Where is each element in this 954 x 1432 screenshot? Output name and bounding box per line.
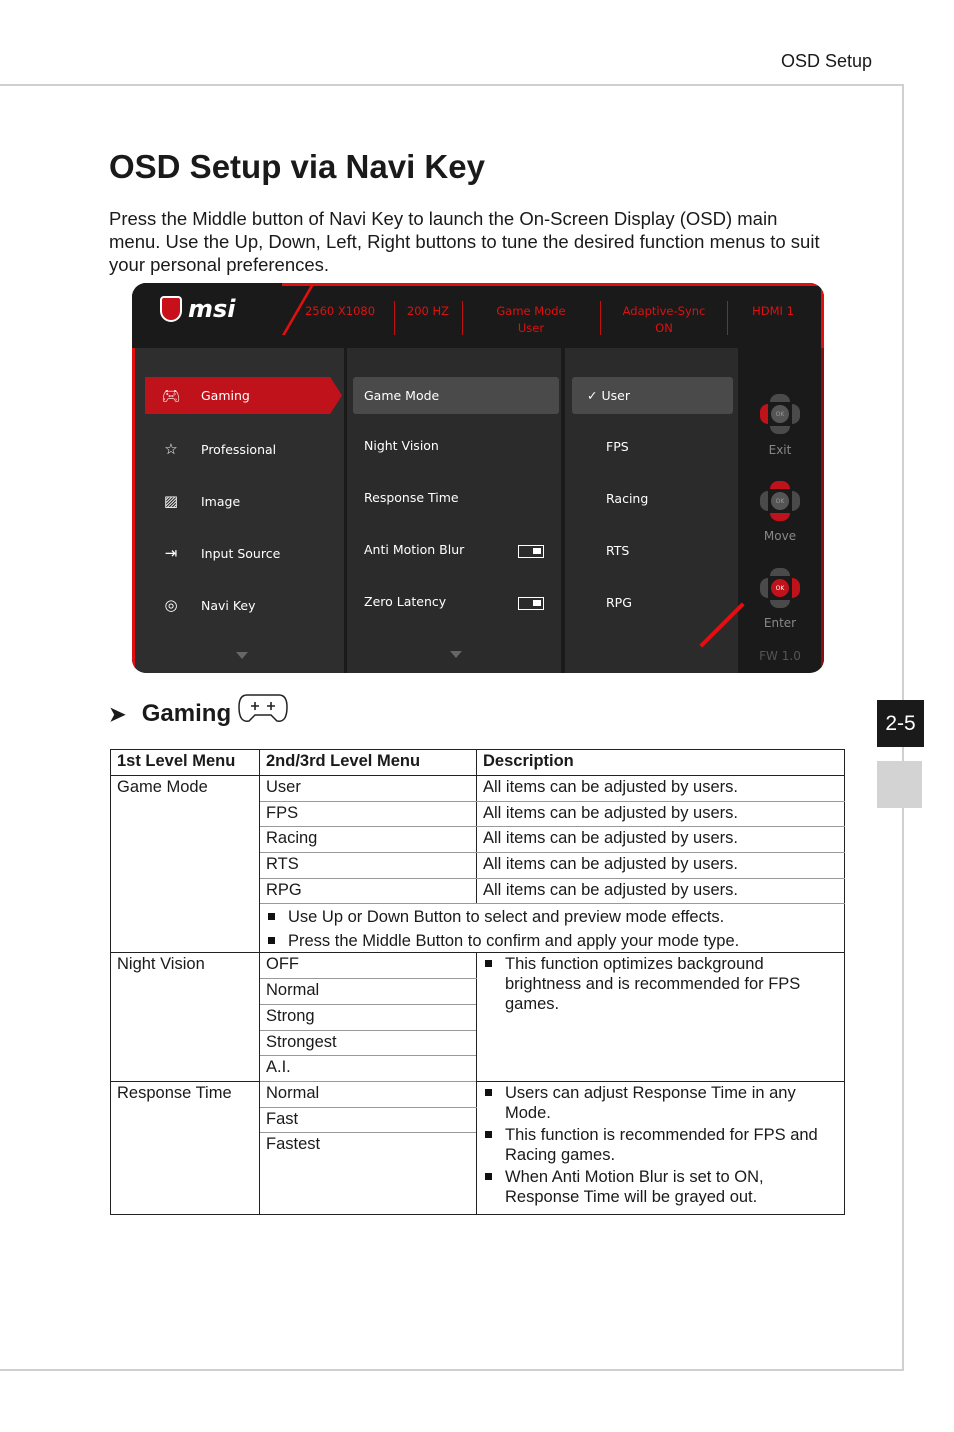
status-separator — [462, 301, 463, 335]
menu2-item-response-time[interactable]: Response Time — [364, 490, 459, 505]
status-separator — [727, 301, 728, 335]
status-refresh: 200 HZ — [406, 304, 450, 318]
dragon-shield-icon — [160, 296, 182, 322]
table-row: Response Time Normal Users can adjust Resp… — [110, 1080, 845, 1216]
gamepad-icon: 🎮︎ — [161, 386, 181, 405]
status-separator — [394, 301, 395, 335]
msi-logo: msi — [160, 295, 236, 323]
star-icon: ☆ — [164, 440, 178, 458]
section-heading: ➤ Gaming — [109, 694, 289, 728]
status-game-mode: Game Mode User — [496, 304, 566, 335]
table-row: Game Mode User All items can be adjusted b… — [110, 774, 845, 954]
menu3-item-rts[interactable]: RTS — [606, 543, 629, 558]
enter-label: Enter — [763, 616, 797, 630]
input-icon: ⇥ — [164, 544, 178, 562]
exit-label: Exit — [768, 443, 792, 457]
page-title: OSD Setup via Navi Key — [109, 148, 485, 185]
scroll-down-icon[interactable] — [236, 652, 248, 659]
menu1-item-gaming[interactable]: 🎮︎ Gaming — [145, 377, 342, 414]
menu2-item-anti-motion-blur[interactable]: Anti Motion Blur — [364, 542, 464, 557]
osd-screenshot: msi 2560 X1080 200 HZ Game Mode User Adap… — [132, 283, 824, 673]
right-accent — [821, 348, 824, 673]
firmware-version: FW 1.0 — [759, 649, 801, 663]
running-header: OSD Setup — [780, 51, 872, 71]
navi-key-move-icon: OK — [760, 481, 800, 521]
chapter-tab-blank — [877, 761, 922, 808]
navi-key-exit-icon: OK — [760, 394, 800, 434]
menu2-item-game-mode[interactable]: Game Mode — [353, 377, 559, 414]
menu2-item-night-vision[interactable]: Night Vision — [364, 438, 439, 453]
gamepad-icon — [238, 694, 288, 722]
footer-rule — [0, 1369, 904, 1371]
navi-key-icon: ◎ — [164, 596, 178, 614]
move-label: Move — [763, 529, 797, 543]
status-input: HDMI 1 — [752, 304, 794, 318]
menu2-item-zero-latency[interactable]: Zero Latency — [364, 594, 446, 609]
header-rule — [0, 84, 904, 86]
scroll-down-icon[interactable] — [450, 651, 462, 658]
anti-motion-blur-toggle[interactable] — [518, 545, 544, 558]
status-separator — [600, 301, 601, 335]
menu3-item-user[interactable]: ✓ User — [572, 377, 733, 414]
gaming-table: 1st Level Menu 2nd/3rd Level Menu Descript… — [110, 749, 845, 1216]
menu1-item-image[interactable]: ▨ Image — [161, 491, 240, 511]
menu1-item-input-source[interactable]: ⇥ Input Source — [161, 543, 281, 563]
page-number-tab: 2-5 — [877, 700, 924, 747]
intro-paragraph: Press the Middle button of Navi Key to l… — [109, 208, 820, 275]
arrow-right-icon: ➤ — [109, 703, 126, 726]
image-icon: ▨ — [163, 492, 179, 510]
navi-key-enter-icon: OK — [760, 568, 800, 608]
menu3-item-racing[interactable]: Racing — [606, 491, 648, 506]
status-adaptive-sync: Adaptive-Sync ON — [622, 304, 706, 335]
menu1-item-professional[interactable]: ☆ Professional — [161, 439, 276, 459]
menu3-item-rpg[interactable]: RPG — [606, 595, 632, 610]
status-resolution: 2560 X1080 — [304, 304, 376, 318]
menu1-item-navi-key[interactable]: ◎ Navi Key — [161, 595, 255, 615]
table-header-row: 1st Level Menu 2nd/3rd Level Menu Descript… — [110, 749, 845, 776]
table-row: Night Vision OFF This function optimizes b… — [110, 952, 845, 1082]
zero-latency-toggle[interactable] — [518, 597, 544, 610]
menu3-item-fps[interactable]: FPS — [606, 439, 629, 454]
check-icon: ✓ — [587, 388, 598, 403]
